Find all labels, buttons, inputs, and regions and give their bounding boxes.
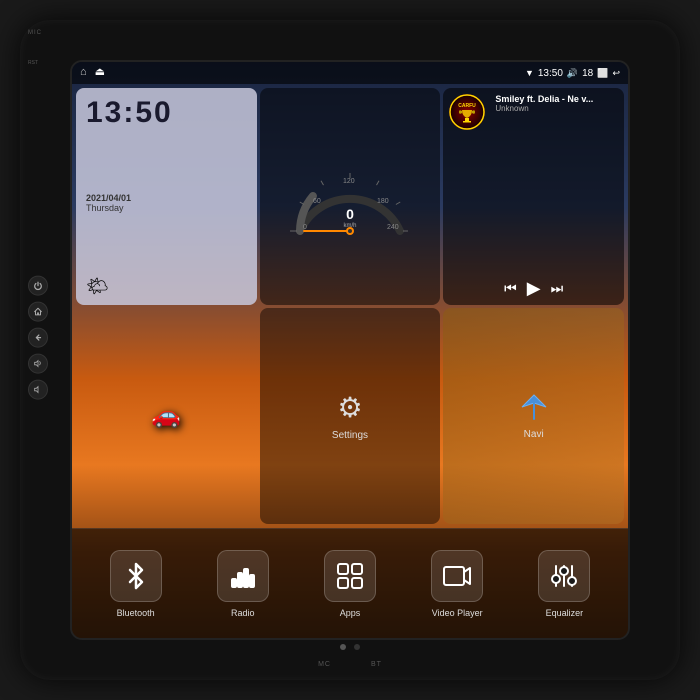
mic-label: MIC <box>28 30 42 36</box>
equalizer-label: Equalizer <box>546 608 584 618</box>
bottom-labels: MC BT <box>318 661 382 668</box>
music-logo: CARFU <box>449 94 485 130</box>
speedometer-svg: 0 60 120 180 240 0 km/h <box>285 151 415 241</box>
equalizer-app[interactable]: Equalizer <box>511 550 618 618</box>
radio-icon-box <box>217 550 269 602</box>
play-button[interactable]: ▶ <box>527 278 541 299</box>
navi-widget[interactable]: Navi <box>443 308 624 525</box>
clock-weather: 🌤 <box>86 276 247 297</box>
music-info: Smiley ft. Delia - Ne v... Unknown <box>495 94 618 113</box>
top-left-icons: ⌂ ⏏ <box>80 65 105 78</box>
side-buttons <box>28 276 48 400</box>
apps-icon <box>335 561 365 591</box>
window-icon: ⬜ <box>597 68 608 79</box>
music-widget: CARFU Smiley ft. De <box>443 88 624 305</box>
head-unit: MIC RST ⌂ ⏏ <box>20 20 680 680</box>
wifi-icon: ▼ <box>525 68 534 78</box>
car-icon: 🚗 <box>151 401 181 430</box>
dot-1 <box>340 644 346 650</box>
music-title: Smiley ft. Delia - Ne v... <box>495 94 618 104</box>
apps-label: Apps <box>340 608 361 618</box>
equalizer-icon <box>549 561 579 591</box>
main-screen: ⌂ ⏏ ▼ 13:50 🔊 18 ⬜ ↩ 13:50 2021/04/01 Th… <box>70 60 630 640</box>
clock-time: 13:50 <box>86 96 247 130</box>
speedometer-widget: 0 60 120 180 240 0 km/h <box>260 88 441 305</box>
bottom-dots <box>340 644 360 650</box>
video-icon <box>442 561 472 591</box>
status-bar: ⌂ ⏏ ▼ 13:50 🔊 18 ⬜ ↩ <box>72 62 628 84</box>
road-widget: 🚗 <box>76 308 257 525</box>
next-button[interactable]: ⏭ <box>551 280 564 297</box>
home-filled-icon: ⏏ <box>95 65 105 78</box>
music-controls[interactable]: ⏮ ▶ ⏭ <box>449 278 618 299</box>
home-screen-icon: ⌂ <box>80 66 87 78</box>
dot-2 <box>354 644 360 650</box>
navi-icon <box>518 391 550 423</box>
svg-text:60: 60 <box>313 198 321 205</box>
bluetooth-label: Bluetooth <box>117 608 155 618</box>
clock-widget: 13:50 2021/04/01 Thursday 🌤 <box>76 88 257 305</box>
clock-day: Thursday <box>86 203 247 213</box>
apps-app[interactable]: Apps <box>296 550 403 618</box>
mc-label: MC <box>318 661 331 668</box>
battery-level: 18 <box>582 68 593 79</box>
navi-label: Navi <box>524 429 544 440</box>
video-app[interactable]: Video Player <box>404 550 511 618</box>
volume-icon: 🔊 <box>567 68 578 79</box>
speedo-container: 0 60 120 180 240 0 km/h <box>260 88 441 305</box>
status-icons: ▼ 13:50 🔊 18 ⬜ ↩ <box>525 68 620 79</box>
apps-icon-box <box>324 550 376 602</box>
apps-bar: Bluetooth Radio <box>72 528 628 638</box>
main-content: 13:50 2021/04/01 Thursday 🌤 <box>72 84 628 528</box>
radio-icon <box>228 561 258 591</box>
svg-text:180: 180 <box>377 198 389 205</box>
speed-value: 0 <box>346 206 354 222</box>
svg-text:0: 0 <box>303 224 307 231</box>
video-label: Video Player <box>432 608 483 618</box>
music-top: CARFU Smiley ft. De <box>449 94 618 139</box>
bluetooth-app[interactable]: Bluetooth <box>82 550 189 618</box>
power-button[interactable] <box>28 276 48 296</box>
back-nav-icon: ↩ <box>612 68 620 79</box>
radio-label: Radio <box>231 608 255 618</box>
volume-up-button[interactable] <box>28 354 48 374</box>
svg-text:240: 240 <box>387 224 399 231</box>
prev-button[interactable]: ⏮ <box>504 280 517 297</box>
bluetooth-icon-box <box>110 550 162 602</box>
settings-widget[interactable]: ⚙ Settings <box>260 308 441 525</box>
svg-text:120: 120 <box>343 178 355 185</box>
bluetooth-icon <box>121 561 151 591</box>
clock-date: 2021/04/01 <box>86 193 247 203</box>
home-button[interactable] <box>28 302 48 322</box>
weather-icon: 🌤 <box>86 276 109 297</box>
music-artist: Unknown <box>495 104 618 113</box>
settings-label: Settings <box>332 430 368 441</box>
radio-app[interactable]: Radio <box>189 550 296 618</box>
time-display: 13:50 <box>538 68 563 79</box>
video-icon-box <box>431 550 483 602</box>
volume-down-button[interactable] <box>28 380 48 400</box>
svg-text:km/h: km/h <box>343 223 356 229</box>
rst-label: RST <box>28 60 38 66</box>
bt-label: BT <box>371 661 382 668</box>
settings-icon: ⚙ <box>337 391 362 424</box>
svg-text:CARFU: CARFU <box>459 103 477 109</box>
back-button[interactable] <box>28 328 48 348</box>
equalizer-icon-box <box>538 550 590 602</box>
